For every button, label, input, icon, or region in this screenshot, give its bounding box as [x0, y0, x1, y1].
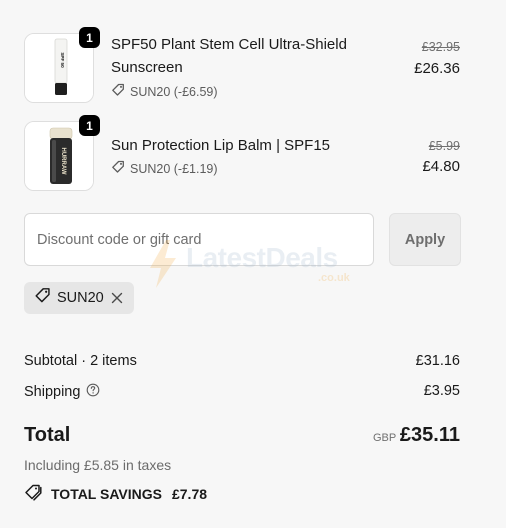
taxes-note: Including £5.85 in taxes [24, 457, 172, 473]
quantity-badge: 1 [79, 27, 100, 48]
item-name: Sun Protection Lip Balm | SPF15 [111, 137, 331, 154]
savings-tag-icon [24, 484, 43, 504]
tag-icon [111, 160, 125, 177]
savings-value: £7.78 [171, 486, 208, 502]
product-thumbnail: SPF 50 1 [24, 27, 100, 103]
product-thumbnail: HURRAW 1 [24, 115, 100, 191]
shipping-value: £3.95 [423, 383, 460, 399]
remove-code-button[interactable] [110, 291, 124, 305]
item-name: SPF50 Plant Stem Cell Ultra-Shield Sunsc… [111, 36, 347, 76]
shipping-label: Shipping [24, 384, 81, 400]
item-discount-text: SUN20 (-£1.19) [130, 161, 218, 176]
original-price: £32.95 [421, 40, 460, 54]
lip-balm-tube-label: HURRAW [60, 148, 66, 175]
item-discount: SUN20 (-£1.19) [111, 160, 218, 177]
close-icon [111, 292, 122, 304]
item-price: £4.80 [422, 158, 460, 175]
item-price: £26.36 [414, 60, 460, 77]
tag-icon [111, 83, 125, 100]
line-item: HURRAW 1 Sun Protection Lip Balm | SPF15… [24, 115, 460, 191]
savings-label: TOTAL SAVINGS [51, 486, 162, 502]
total-currency: GBP [373, 432, 397, 444]
help-icon[interactable] [86, 383, 100, 401]
line-item: SPF 50 1 SPF50 Plant Stem Cell Ultra-Shi… [24, 27, 460, 103]
subtotal-label: Subtotal · 2 items [24, 353, 137, 369]
total-label: Total [24, 424, 71, 446]
subtotal-value: £31.16 [415, 353, 460, 369]
applied-code-chip: SUN20 [24, 282, 134, 314]
total-value: £35.11 [399, 424, 460, 446]
shipping-label-group: Shipping [24, 383, 100, 401]
tag-icon [34, 287, 51, 309]
original-price: £5.99 [428, 139, 460, 153]
watermark-subtext: .co.uk [318, 272, 350, 284]
total-savings: TOTAL SAVINGS £7.78 [24, 484, 207, 504]
quantity-badge: 1 [79, 115, 100, 136]
applied-code-label: SUN20 [57, 290, 104, 306]
subtotal-row: Subtotal · 2 items £31.16 [24, 353, 460, 375]
apply-button[interactable]: Apply [389, 213, 461, 266]
shipping-row: Shipping £3.95 [24, 383, 460, 405]
item-discount: SUN20 (-£6.59) [111, 83, 218, 100]
sunscreen-tube-label: SPF 50 [60, 52, 65, 68]
item-discount-text: SUN20 (-£6.59) [130, 84, 218, 99]
discount-code-input[interactable] [24, 213, 374, 266]
